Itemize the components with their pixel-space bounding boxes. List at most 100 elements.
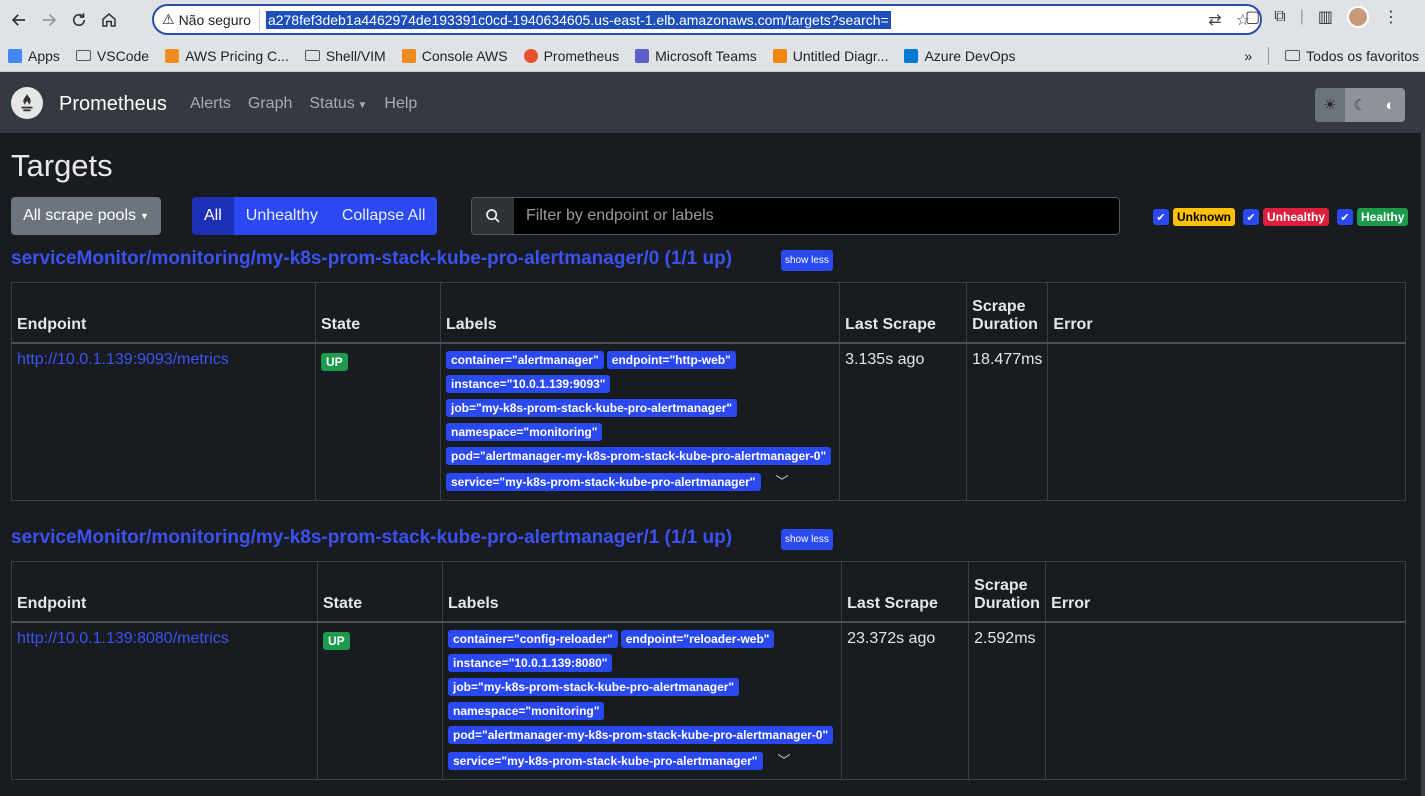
label-badge: pod="alertmanager-my-k8s-prom-stack-kube… bbox=[448, 725, 834, 744]
divider bbox=[1268, 46, 1270, 65]
last-scrape: 3.135s ago bbox=[839, 342, 968, 501]
scrape-pools-label: All scrape pools bbox=[23, 207, 137, 224]
folder-icon bbox=[1285, 50, 1301, 61]
nav-status[interactable]: Status ▼ bbox=[309, 95, 367, 113]
tab-search-icon[interactable]: ▢ bbox=[1245, 7, 1260, 27]
search-icon bbox=[472, 198, 514, 234]
folder-icon bbox=[304, 50, 320, 61]
avatar[interactable] bbox=[1347, 6, 1369, 28]
filter-button-group: All Unhealthy Collapse All bbox=[192, 197, 438, 235]
scrape-pool-title[interactable]: serviceMonitor/monitoring/my-k8s-prom-st… bbox=[11, 527, 732, 549]
security-indicator[interactable]: ⚠ Não seguro bbox=[162, 8, 260, 31]
label-badge: pod="alertmanager-my-k8s-prom-stack-kube… bbox=[446, 446, 832, 465]
label-badge: container="config-reloader" bbox=[448, 629, 618, 648]
bookmark-label: Apps bbox=[28, 47, 60, 64]
bookmark-item[interactable]: Untitled Diagr... bbox=[772, 48, 888, 64]
divider: | bbox=[1299, 8, 1304, 25]
health-healthy-badge: Healthy bbox=[1357, 208, 1409, 226]
label-badge: service="my-k8s-prom-stack-kube-pro-aler… bbox=[448, 751, 763, 770]
folder-icon bbox=[75, 50, 91, 61]
label-badge: namespace="monitoring" bbox=[448, 701, 605, 720]
label-badge: job="my-k8s-prom-stack-kube-pro-alertman… bbox=[448, 677, 740, 696]
bookmark-item[interactable]: Prometheus bbox=[523, 47, 620, 64]
col-labels: Labels bbox=[441, 561, 843, 623]
prometheus-logo-icon[interactable] bbox=[11, 87, 43, 119]
reload-icon[interactable] bbox=[64, 5, 94, 35]
labels-cell: container="alertmanager" endpoint="http-w… bbox=[439, 342, 841, 501]
bookmark-item[interactable]: VSCode bbox=[75, 47, 150, 64]
endpoint-link[interactable]: http://10.0.1.139:9093/metrics bbox=[17, 351, 229, 368]
health-filters: ✔ Unknown ✔ Unhealthy ✔ Healthy bbox=[1153, 208, 1409, 226]
checkbox-healthy[interactable]: ✔ bbox=[1337, 209, 1354, 225]
bookmarks-bar: Apps VSCode AWS Pricing C... Shell/VIM Conso… bbox=[0, 40, 1425, 72]
back-icon[interactable] bbox=[4, 5, 34, 35]
chevron-down-icon[interactable]: ﹀ bbox=[776, 471, 789, 490]
filter-all-button[interactable]: All bbox=[192, 197, 234, 235]
light-theme-icon[interactable]: ☀ bbox=[1315, 88, 1345, 122]
checkbox-unhealthy[interactable]: ✔ bbox=[1243, 209, 1259, 225]
address-bar[interactable]: ⚠ Não seguro a278fef3deb1a4462974de19339… bbox=[152, 4, 1262, 35]
bookmark-item[interactable]: Microsoft Teams bbox=[635, 48, 757, 64]
all-bookmarks[interactable]: Todos os favoritos bbox=[1285, 48, 1419, 64]
col-error: Error bbox=[1047, 282, 1406, 344]
apps-grid-icon bbox=[8, 48, 22, 63]
caret-down-icon: ▼ bbox=[354, 100, 368, 111]
nav-help[interactable]: Help bbox=[384, 95, 417, 113]
search-input[interactable] bbox=[514, 198, 1119, 234]
col-last-scrape: Last Scrape bbox=[841, 561, 970, 623]
scrape-pools-dropdown[interactable]: All scrape pools ▼ bbox=[11, 197, 161, 235]
page-title: Targets bbox=[11, 148, 113, 183]
label-badge: service="my-k8s-prom-stack-kube-pro-aler… bbox=[446, 472, 761, 491]
bookmark-item[interactable]: AWS Pricing C... bbox=[165, 48, 289, 64]
brand-title[interactable]: Prometheus bbox=[59, 93, 167, 116]
bookmark-label: AWS Pricing C... bbox=[185, 47, 289, 64]
extensions-icon[interactable]: ⧉ bbox=[1274, 8, 1285, 26]
menu-icon[interactable]: ⋮ bbox=[1383, 7, 1399, 27]
bookmark-item[interactable]: Azure DevOps bbox=[904, 47, 1016, 64]
bookmark-label: VSCode bbox=[96, 47, 150, 64]
bookmark-item[interactable]: Console AWS bbox=[401, 48, 508, 64]
table-row: http://10.0.1.139:9093/metrics UP contai… bbox=[11, 342, 1406, 501]
url-text[interactable]: a278fef3deb1a4462974de193391c0cd-1940634… bbox=[265, 10, 891, 29]
all-bookmarks-label: Todos os favoritos bbox=[1306, 47, 1419, 64]
bookmark-label: Microsoft Teams bbox=[655, 47, 757, 64]
caret-down-icon: ▼ bbox=[140, 211, 149, 221]
show-less-button[interactable]: show less bbox=[781, 529, 833, 550]
table-row: http://10.0.1.139:8080/metrics UP contai… bbox=[11, 621, 1406, 780]
label-badge: namespace="monitoring" bbox=[446, 422, 603, 441]
label-badge: instance="10.0.1.139:8080" bbox=[448, 653, 613, 672]
nav-alerts[interactable]: Alerts bbox=[190, 95, 231, 113]
endpoint-link[interactable]: http://10.0.1.139:8080/metrics bbox=[17, 630, 229, 647]
dark-theme-icon[interactable]: ☾ bbox=[1345, 88, 1375, 122]
checkbox-unknown[interactable]: ✔ bbox=[1153, 209, 1169, 225]
scrape-duration: 18.477ms bbox=[966, 342, 1049, 501]
bookmark-label: Shell/VIM bbox=[325, 47, 386, 64]
sidepanel-icon[interactable]: ▥ bbox=[1318, 7, 1333, 27]
bookmark-label: Prometheus bbox=[543, 47, 620, 64]
filter-unhealthy-button[interactable]: Unhealthy bbox=[233, 197, 330, 235]
security-label: Não seguro bbox=[178, 11, 251, 28]
auto-theme-icon[interactable]: ◐ bbox=[1375, 88, 1405, 122]
collapse-all-button[interactable]: Collapse All bbox=[329, 197, 438, 235]
chevron-down-icon[interactable]: ﹀ bbox=[778, 750, 791, 769]
nav-graph[interactable]: Graph bbox=[248, 95, 292, 113]
search-box bbox=[471, 197, 1120, 235]
scrape-pool-title[interactable]: serviceMonitor/monitoring/my-k8s-prom-st… bbox=[11, 248, 732, 270]
state-badge: UP bbox=[321, 352, 348, 371]
translate-icon[interactable]: ⇄ bbox=[1208, 10, 1221, 30]
bookmarks-overflow-icon[interactable]: » bbox=[1244, 48, 1252, 64]
scrollbar[interactable] bbox=[1421, 133, 1425, 796]
label-badge: container="alertmanager" bbox=[446, 350, 604, 369]
theme-toggle: ☀ ☾ ◐ bbox=[1315, 88, 1405, 122]
error-cell bbox=[1045, 621, 1406, 780]
bookmark-label: Azure DevOps bbox=[924, 47, 1016, 64]
prometheus-icon bbox=[523, 48, 538, 63]
state-badge: UP bbox=[323, 631, 350, 650]
forward-icon[interactable] bbox=[34, 5, 64, 35]
home-icon[interactable] bbox=[94, 5, 124, 35]
last-scrape: 23.372s ago bbox=[841, 621, 970, 780]
bookmark-item[interactable]: Apps bbox=[8, 48, 60, 64]
show-less-button[interactable]: show less bbox=[781, 250, 833, 271]
col-last-scrape: Last Scrape bbox=[839, 282, 968, 344]
bookmark-item[interactable]: Shell/VIM bbox=[304, 47, 386, 64]
